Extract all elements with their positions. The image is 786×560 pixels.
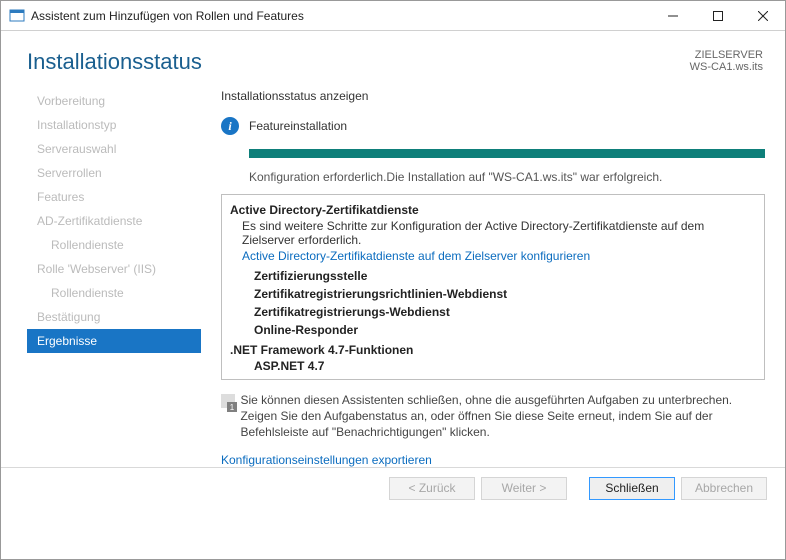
wizard-sidebar: Vorbereitung Installationstyp Serverausw…	[27, 83, 201, 467]
tip-zone: 1 Sie können diesen Assistenten schließe…	[221, 392, 765, 441]
sidebar-item-features: Features	[27, 185, 201, 209]
target-server-info: ZIELSERVER WS-CA1.ws.its	[690, 49, 763, 73]
titlebar: Assistent zum Hinzufügen von Rollen und …	[1, 1, 785, 31]
configure-adcs-link[interactable]: Active Directory-Zertifikatdienste auf d…	[242, 249, 756, 263]
sidebar-item-serverauswahl: Serverauswahl	[27, 137, 201, 161]
group-description: Es sind weitere Schritte zur Konfigurati…	[242, 219, 756, 247]
progress-fill	[249, 149, 765, 158]
list-item: ASP.NET 4.7	[254, 357, 756, 375]
group-ad-zertifikatdienste: Active Directory-Zertifikatdienste	[230, 203, 756, 217]
panel-heading: Installationsstatus anzeigen	[221, 89, 765, 103]
list-item: Zertifikatregistrierungsrichtlinien-Webd…	[254, 285, 756, 303]
status-label: Featureinstallation	[249, 119, 347, 133]
next-button: Weiter >	[481, 477, 567, 500]
export-settings-link[interactable]: Konfigurationseinstellungen exportieren	[221, 453, 765, 467]
tip-badge: 1	[227, 402, 237, 412]
close-button[interactable]	[740, 1, 785, 30]
sidebar-item-ad-zertifikatdienste: AD-Zertifikatdienste	[27, 209, 201, 233]
list-item: Online-Responder	[254, 321, 756, 339]
target-label: ZIELSERVER	[690, 49, 763, 61]
status-line: i Featureinstallation	[221, 117, 765, 135]
sidebar-item-ergebnisse[interactable]: Ergebnisse	[27, 329, 201, 353]
header-zone: Installationsstatus ZIELSERVER WS-CA1.ws…	[1, 31, 785, 83]
results-listbox[interactable]: Active Directory-Zertifikatdienste Es si…	[221, 194, 765, 380]
page-title: Installationsstatus	[27, 49, 202, 75]
sidebar-item-webserver-iis: Rolle 'Webserver' (IIS)	[27, 257, 201, 281]
sidebar-item-serverrollen: Serverrollen	[27, 161, 201, 185]
tip-text: Sie können diesen Assistenten schließen,…	[240, 392, 765, 441]
group-net-framework: .NET Framework 4.7-Funktionen	[230, 343, 756, 357]
sidebar-item-bestaetigung: Bestätigung	[27, 305, 201, 329]
flag-icon: 1	[221, 394, 230, 416]
result-text: Konfiguration erforderlich.Die Installat…	[249, 170, 765, 184]
sidebar-item-rollendienste-1: Rollendienste	[27, 233, 201, 257]
minimize-button[interactable]	[650, 1, 695, 30]
window-buttons	[650, 1, 785, 30]
target-value: WS-CA1.ws.its	[690, 61, 763, 73]
list-item: Zertifizierungsstelle	[254, 267, 756, 285]
cancel-button: Abbrechen	[681, 477, 767, 500]
maximize-button[interactable]	[695, 1, 740, 30]
close-wizard-button[interactable]: Schließen	[589, 477, 675, 500]
list-item: Zertifikatregistrierungs-Webdienst	[254, 303, 756, 321]
window-title: Assistent zum Hinzufügen von Rollen und …	[31, 9, 650, 23]
info-icon: i	[221, 117, 239, 135]
content-panel: Installationsstatus anzeigen i Featurein…	[201, 83, 765, 467]
sidebar-item-rollendienste-2: Rollendienste	[27, 281, 201, 305]
sidebar-item-installationstyp: Installationstyp	[27, 113, 201, 137]
main: Installationsstatus ZIELSERVER WS-CA1.ws…	[1, 31, 785, 509]
wizard-footer: < Zurück Weiter > Schließen Abbrechen	[1, 467, 785, 509]
sidebar-item-vorbereitung: Vorbereitung	[27, 89, 201, 113]
app-icon	[9, 8, 25, 24]
body: Vorbereitung Installationstyp Serverausw…	[1, 83, 785, 467]
progress-bar	[249, 149, 765, 158]
back-button: < Zurück	[389, 477, 475, 500]
